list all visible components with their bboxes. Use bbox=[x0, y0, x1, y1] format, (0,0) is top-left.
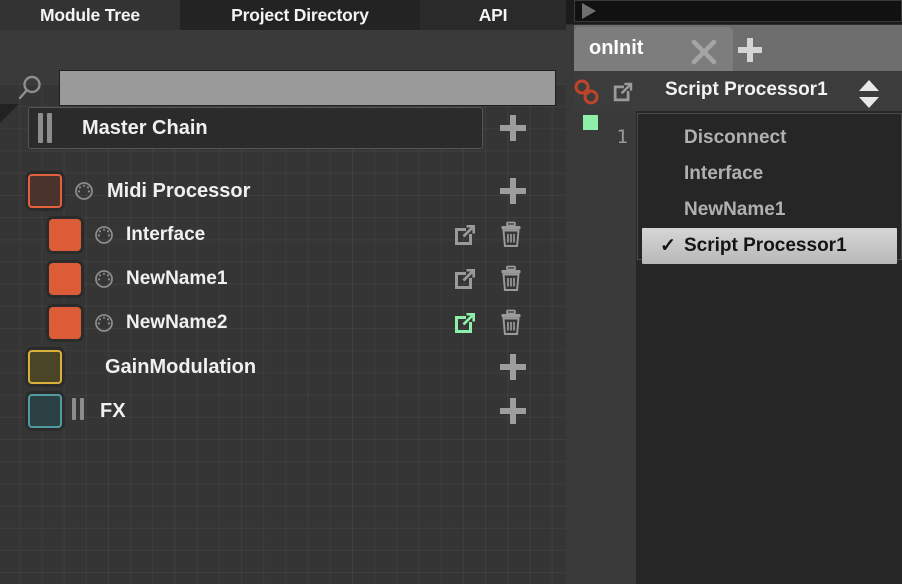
play-icon[interactable] bbox=[580, 2, 598, 25]
search-icon bbox=[16, 73, 46, 108]
popout-button-newname2[interactable] bbox=[452, 310, 478, 341]
tree-node-label-gainmodulation: GainModulation bbox=[105, 356, 257, 378]
menu-item-disconnect-label: Disconnect bbox=[684, 127, 787, 148]
popout-icon-processor[interactable] bbox=[611, 80, 635, 109]
menu-item-interface[interactable]: Interface bbox=[638, 156, 901, 192]
tab-module-tree-label: Module Tree bbox=[40, 4, 140, 25]
tab-project-directory-label: Project Directory bbox=[231, 4, 369, 25]
tab-project-directory[interactable]: Project Directory bbox=[180, 0, 420, 30]
popout-button-interface[interactable] bbox=[452, 222, 478, 253]
up-down-arrows-icon[interactable] bbox=[855, 79, 883, 114]
menu-item-interface-label: Interface bbox=[684, 163, 764, 184]
add-module-button-fx[interactable] bbox=[497, 395, 529, 432]
knob-icon[interactable] bbox=[94, 313, 114, 338]
color-swatch-fx[interactable] bbox=[28, 394, 62, 428]
search-row bbox=[0, 30, 566, 106]
module-tree-panel: Module Tree Project Directory API Master… bbox=[0, 0, 566, 584]
menu-item-script-processor1[interactable]: ✓ Script Processor1 bbox=[642, 228, 897, 264]
tab-api-label: API bbox=[478, 4, 508, 25]
knob-icon[interactable] bbox=[74, 181, 94, 206]
processor-dropdown-menu[interactable]: Disconnect Interface NewName1 ✓ Script P… bbox=[637, 113, 902, 264]
transport-bar bbox=[566, 0, 902, 24]
tree-node-label-fx: FX bbox=[100, 400, 126, 422]
color-swatch-newname1[interactable] bbox=[49, 263, 81, 295]
color-swatch-midi-processor[interactable] bbox=[28, 174, 62, 208]
menu-item-disconnect[interactable]: Disconnect bbox=[638, 120, 901, 156]
delete-button-newname2[interactable] bbox=[498, 309, 524, 342]
processor-name-label: Script Processor1 bbox=[665, 79, 828, 100]
search-input[interactable] bbox=[59, 70, 556, 106]
drag-handle-icon-fx[interactable] bbox=[72, 398, 84, 420]
add-module-button-midi-processor[interactable] bbox=[497, 175, 529, 212]
add-script-tab-button[interactable] bbox=[735, 35, 765, 70]
chain-link-icon[interactable] bbox=[572, 78, 604, 113]
drag-handle-icon[interactable] bbox=[38, 113, 52, 143]
add-module-button-master[interactable] bbox=[497, 112, 529, 149]
tree-node-label-newname1: NewName1 bbox=[126, 268, 228, 289]
checkmark-icon: ✓ bbox=[660, 235, 676, 257]
transport-inner bbox=[574, 0, 902, 22]
master-chain-label: Master Chain bbox=[82, 116, 208, 139]
master-chain-row[interactable]: Master Chain bbox=[28, 107, 483, 149]
menu-item-script-processor1-label: Script Processor1 bbox=[684, 235, 847, 256]
panel-corner-marker bbox=[0, 104, 19, 123]
delete-button-interface[interactable] bbox=[498, 221, 524, 254]
app-root: Module Tree Project Directory API Master… bbox=[0, 0, 902, 584]
tree-canvas bbox=[0, 84, 566, 584]
knob-icon[interactable] bbox=[94, 269, 114, 294]
left-tab-bar: Module Tree Project Directory API bbox=[0, 0, 566, 30]
color-swatch-newname2[interactable] bbox=[49, 307, 81, 339]
editor-gutter: 1 bbox=[574, 111, 636, 584]
tab-api[interactable]: API bbox=[420, 0, 566, 30]
line-number-1: 1 bbox=[616, 126, 628, 148]
tree-node-label-newname2: NewName2 bbox=[126, 312, 228, 333]
menu-item-newname1[interactable]: NewName1 bbox=[638, 192, 901, 228]
menu-item-newname1-label: NewName1 bbox=[684, 199, 786, 220]
color-swatch-gainmodulation[interactable] bbox=[28, 350, 62, 384]
close-icon[interactable] bbox=[689, 37, 719, 72]
color-swatch-interface[interactable] bbox=[49, 219, 81, 251]
delete-button-newname1[interactable] bbox=[498, 265, 524, 298]
tree-node-label-interface: Interface bbox=[126, 224, 206, 245]
knob-icon[interactable] bbox=[94, 225, 114, 250]
tab-module-tree[interactable]: Module Tree bbox=[0, 0, 180, 30]
tree-node-label-midi-processor: Midi Processor bbox=[107, 180, 251, 202]
popout-button-newname1[interactable] bbox=[452, 266, 478, 297]
script-tab-label: onInit bbox=[589, 37, 644, 59]
add-module-button-gainmodulation[interactable] bbox=[497, 351, 529, 388]
